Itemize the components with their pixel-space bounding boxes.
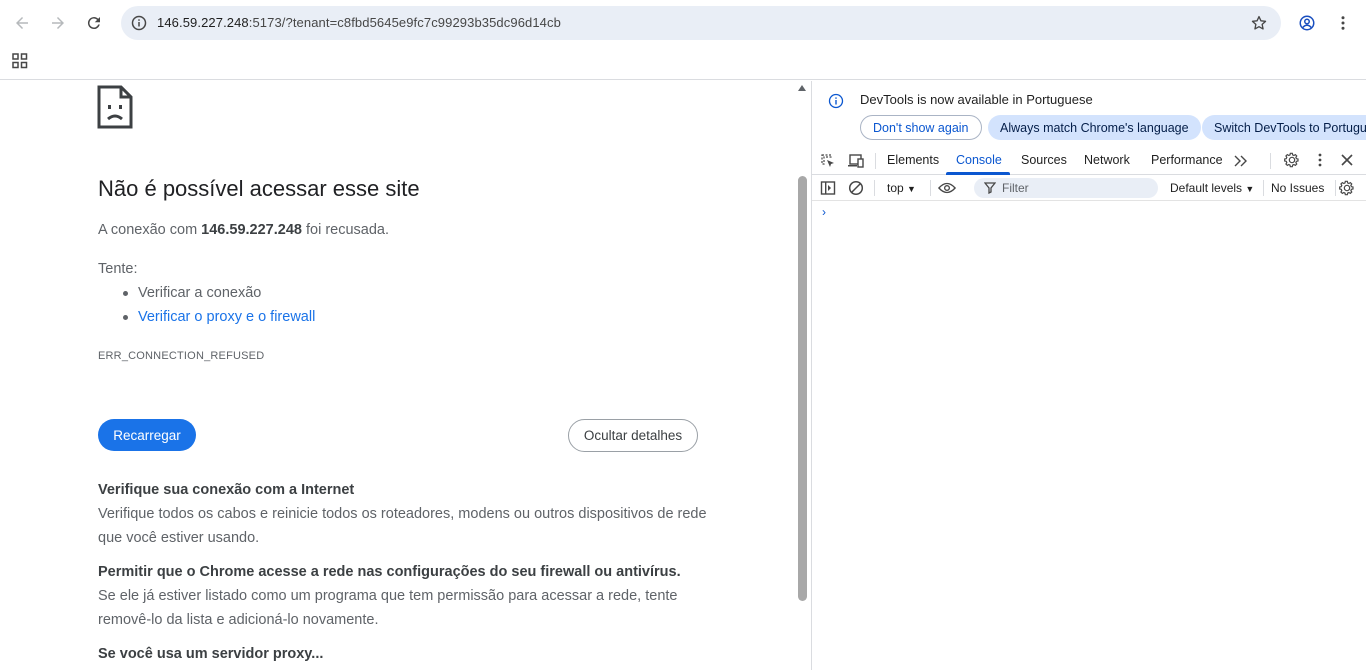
close-icon[interactable]	[1338, 151, 1356, 169]
detail-heading: Permitir que o Chrome acesse a rede nas …	[98, 564, 681, 580]
filter-input[interactable]: Filter	[974, 178, 1158, 198]
levels-label: Default levels	[1170, 181, 1243, 195]
page-title: Não é possível acessar esse site	[98, 176, 420, 201]
language-infobar: DevTools is now available in Portuguese …	[812, 81, 1366, 145]
profile-icon	[1299, 15, 1315, 31]
context-selector[interactable]: top ▼	[887, 181, 916, 195]
divider	[1335, 180, 1336, 196]
console-settings-gear-icon[interactable]	[1338, 179, 1356, 197]
bookmark-star-icon[interactable]	[1249, 13, 1269, 33]
detail-heading: Se você usa um servidor proxy...	[98, 646, 324, 662]
tab-network[interactable]: Network	[1084, 153, 1130, 167]
inspect-element-icon[interactable]	[819, 152, 837, 170]
page-scrollbar-thumb[interactable]	[798, 176, 807, 601]
reload-button[interactable]	[76, 5, 112, 41]
address-bar[interactable]: 146.59.227.248:5173/?tenant=c8fbd5645e9f…	[121, 6, 1281, 40]
sidebar-toggle-icon[interactable]	[819, 179, 837, 197]
reload-page-button[interactable]: Recarregar	[98, 419, 196, 451]
profile-button[interactable]	[1289, 5, 1325, 41]
kebab-menu-icon	[1341, 16, 1345, 30]
active-tab-indicator	[946, 172, 1010, 175]
clear-console-icon[interactable]	[847, 179, 865, 197]
divider	[1270, 153, 1271, 169]
error-description: A conexão com 146.59.227.248 foi recusad…	[98, 222, 389, 238]
dont-show-again-button[interactable]: Don't show again	[860, 115, 982, 140]
tab-console[interactable]: Console	[956, 153, 1002, 167]
desc-prefix: A conexão com	[98, 222, 202, 238]
url-text[interactable]: 146.59.227.248:5173/?tenant=c8fbd5645e9f…	[157, 15, 561, 30]
menu-button[interactable]	[1325, 5, 1361, 41]
always-match-language-button[interactable]: Always match Chrome's language	[988, 115, 1201, 140]
forward-button[interactable]	[40, 5, 76, 41]
suggestions-list: Verificar a conexão Verificar o proxy e …	[120, 284, 315, 332]
more-tabs-chevron-icon[interactable]	[1232, 152, 1250, 170]
settings-gear-icon[interactable]	[1283, 151, 1301, 169]
devtools-menu-icon[interactable]	[1311, 151, 1329, 169]
bookmarks-bar	[0, 46, 1366, 80]
reload-icon	[87, 17, 100, 30]
tab-sources[interactable]: Sources	[1021, 153, 1067, 167]
arrow-right-icon	[52, 17, 64, 29]
dropdown-caret-icon: ▼	[1245, 184, 1255, 194]
detail-heading: Verifique sua conexão com a Internet	[98, 482, 355, 498]
device-toolbar-icon[interactable]	[847, 152, 865, 170]
eye-icon[interactable]	[938, 179, 956, 197]
tab-elements[interactable]: Elements	[887, 153, 939, 167]
browser-toolbar: 146.59.227.248:5173/?tenant=c8fbd5645e9f…	[0, 0, 1366, 46]
tab-performance[interactable]: Performance	[1151, 153, 1223, 167]
context-label: top	[887, 181, 904, 195]
divider	[1263, 180, 1264, 196]
detail-text: Se ele já estiver listado como um progra…	[98, 588, 678, 628]
back-button[interactable]	[4, 5, 40, 41]
hide-details-button[interactable]: Ocultar detalhes	[568, 419, 698, 452]
console-toolbar: top ▼ Filter Default levels ▼ No Issues	[812, 176, 1366, 201]
infobar-message: DevTools is now available in Portuguese	[860, 92, 1093, 107]
switch-language-button[interactable]: Switch DevTools to Portuguese	[1202, 115, 1366, 140]
devtools-panel: DevTools is now available in Portuguese …	[812, 81, 1366, 670]
suggestion-link-proxy[interactable]: Verificar o proxy e o firewall	[120, 308, 315, 332]
filter-placeholder: Filter	[1002, 181, 1029, 195]
detail-text: Verifique todos os cabos e reinicie todo…	[98, 506, 707, 546]
url-rest: :5173/?tenant=c8fbd5645e9fc7c99293b35dc9…	[248, 15, 561, 30]
page-content: Não é possível acessar esse site A conex…	[0, 81, 812, 670]
apps-grid-icon[interactable]	[11, 52, 29, 70]
divider	[875, 153, 876, 169]
site-info-icon[interactable]	[129, 13, 149, 33]
issues-counter[interactable]: No Issues	[1271, 181, 1324, 195]
log-levels-dropdown[interactable]: Default levels ▼	[1170, 181, 1254, 195]
try-label: Tente:	[98, 261, 138, 277]
scroll-up-arrow-icon[interactable]	[798, 85, 806, 91]
divider	[874, 180, 875, 196]
info-icon	[828, 93, 844, 109]
suggestion-item: Verificar a conexão	[120, 284, 315, 308]
console-prompt[interactable]: ›	[822, 205, 826, 219]
error-code: ERR_CONNECTION_REFUSED	[98, 350, 265, 362]
desc-host: 146.59.227.248	[201, 222, 302, 238]
dropdown-caret-icon: ▼	[907, 184, 916, 194]
divider	[930, 180, 931, 196]
funnel-icon	[983, 181, 997, 199]
devtools-tabbar: Elements Console Sources Network Perform…	[812, 147, 1366, 175]
sad-page-icon	[97, 85, 133, 129]
arrow-left-icon	[16, 17, 28, 29]
url-host: 146.59.227.248	[157, 15, 249, 30]
desc-suffix: foi recusada.	[301, 222, 390, 238]
